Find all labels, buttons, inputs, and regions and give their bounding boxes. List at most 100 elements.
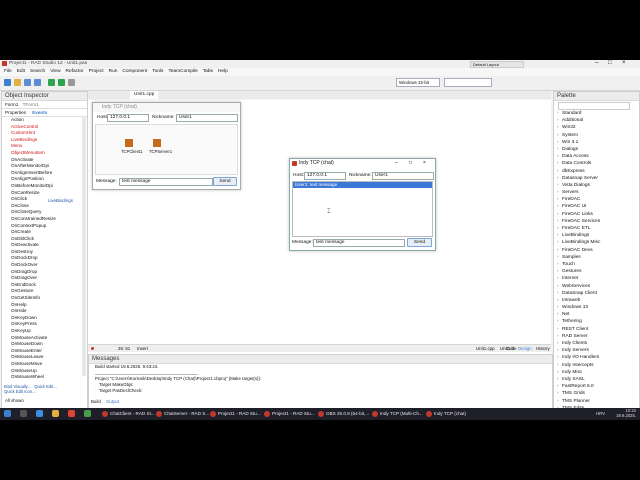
tab-build[interactable]: Build — [91, 399, 101, 404]
palette-category[interactable]: Dialogs — [554, 146, 600, 153]
chat-maximize-icon[interactable]: □ — [409, 159, 412, 168]
tab-properties[interactable]: Properties — [5, 110, 26, 115]
inspector-row[interactable]: OnHelp — [2, 302, 87, 309]
inspector-row[interactable]: OnDockOver — [2, 262, 87, 269]
inspector-row[interactable]: OnDeactivate — [2, 242, 87, 249]
inspector-row[interactable]: OnAlignInsertBefore — [2, 170, 87, 177]
palette-category[interactable]: System — [554, 132, 600, 139]
inspector-row[interactable]: OnKeyUp — [2, 328, 87, 335]
tcp-client-component-icon[interactable] — [125, 139, 133, 147]
palette-category[interactable]: FireDAC — [554, 196, 600, 203]
config-select[interactable] — [444, 78, 492, 87]
menu-edit[interactable]: Edit — [17, 69, 25, 74]
inspector-scrollbar[interactable] — [82, 116, 86, 376]
chat-send-button[interactable]: Send — [407, 238, 432, 247]
palette-category[interactable]: Indy Clients — [554, 340, 600, 347]
palette-category[interactable]: Internet — [554, 275, 600, 282]
menu-search[interactable]: Search — [30, 69, 45, 74]
taskbar-app[interactable]: Indy TCP (chat) — [424, 409, 466, 419]
palette-category[interactable]: Indy SASL — [554, 376, 600, 383]
palette-category[interactable]: Indy Servers — [554, 347, 600, 354]
menu-view[interactable]: View — [50, 69, 60, 74]
file-explorer-icon[interactable] — [52, 410, 59, 417]
inspector-row[interactable]: Action — [2, 117, 87, 124]
livebindings-value[interactable]: LiveBindings — [48, 198, 73, 203]
menu-tabs[interactable]: Tabs — [203, 69, 213, 74]
inspector-row[interactable]: OnAlignPosition — [2, 176, 87, 183]
minimize-icon[interactable]: – — [595, 60, 598, 66]
palette-category[interactable]: Data Access — [554, 153, 600, 160]
palette-category[interactable]: Tethering — [554, 318, 600, 325]
layout-search-input[interactable]: Default Layout — [470, 61, 524, 68]
taskbar-app[interactable]: ChatServer - RAD S... — [154, 409, 209, 419]
palette-category[interactable]: TMS Grids — [554, 390, 600, 397]
inspector-row[interactable]: OnHide — [2, 308, 87, 315]
inspector-row[interactable]: OnDragOver — [2, 275, 87, 282]
inspector-row[interactable]: OnBeforeMonitorDpi — [2, 183, 87, 190]
palette-category[interactable]: Windows 10 — [554, 304, 600, 311]
record-macro-icon[interactable] — [91, 347, 94, 350]
menu-project[interactable]: Project — [89, 69, 104, 74]
palette-category[interactable]: Indy Intercepts — [554, 362, 600, 369]
palette-category[interactable]: RAD Server — [554, 333, 600, 340]
tab-code[interactable]: Code — [506, 345, 517, 352]
inspector-row[interactable]: OnDblClick — [2, 236, 87, 243]
platform-select[interactable]: Windows 32-bit — [396, 78, 440, 87]
inspector-row[interactable]: ActiveControl — [2, 124, 87, 131]
inspector-row[interactable]: OnContextPopup — [2, 223, 87, 230]
start-icon[interactable] — [4, 410, 11, 417]
new-icon[interactable] — [4, 79, 11, 86]
palette-search-input[interactable] — [558, 102, 630, 110]
palette-category[interactable]: LiveBindings — [554, 232, 600, 239]
palette-category[interactable]: Indy Misc — [554, 369, 600, 376]
menu-file[interactable]: File — [4, 69, 12, 74]
chat-host-field[interactable]: 127.0.0.1 — [304, 172, 346, 180]
palette-category[interactable]: Touch — [554, 261, 600, 268]
save-icon[interactable] — [24, 79, 31, 86]
palette-category[interactable]: FireDAC Devs — [554, 247, 600, 254]
palette-category[interactable]: dbExpress — [554, 168, 600, 175]
inspector-row[interactable]: LiveBindings — [2, 137, 87, 144]
inspector-row[interactable]: OnDockDrop — [2, 255, 87, 262]
menu-component[interactable]: Component — [122, 69, 147, 74]
search-icon[interactable] — [20, 410, 27, 417]
quick-edit-icon-link[interactable]: Quick Edit Icon... — [4, 389, 36, 394]
tab-output[interactable]: Output — [106, 399, 119, 404]
clock[interactable]: 10:22 19.6.2025. — [608, 408, 636, 418]
chrome-icon[interactable] — [84, 410, 91, 417]
maximize-icon[interactable]: □ — [608, 60, 612, 66]
save-all-icon[interactable] — [34, 79, 41, 86]
palette-category[interactable]: Win32 — [554, 124, 600, 131]
designer-host-field[interactable]: 127.0.0.1 — [107, 114, 149, 122]
inspector-row[interactable]: OnKeyDown — [2, 315, 87, 322]
run-without-debug-icon[interactable] — [58, 79, 65, 86]
inspector-row[interactable]: OnClick — [2, 196, 87, 203]
inspector-row[interactable]: OnMouseDown — [2, 341, 87, 348]
palette-category[interactable]: DataSnap Client — [554, 290, 600, 297]
menu-refactor[interactable]: Refactor — [66, 69, 84, 74]
open-icon[interactable] — [14, 79, 21, 86]
designer-form[interactable]: Indy TCP (chat) Host: 127.0.0.1 Nickname… — [92, 102, 241, 190]
inspector-row[interactable]: OnCanResize — [2, 190, 87, 197]
tab-design[interactable]: Design — [518, 345, 532, 352]
inspector-row[interactable]: OnMouseEnter — [2, 348, 87, 355]
menu-teamcompile[interactable]: TeamCompile — [168, 69, 197, 74]
palette-category[interactable]: Samples — [554, 254, 600, 261]
palette-category[interactable]: FireDAC Links — [554, 211, 600, 218]
inspector-row[interactable]: OnClose — [2, 203, 87, 210]
palette-category[interactable]: FireDAC UI — [554, 203, 600, 210]
pause-icon[interactable] — [68, 79, 75, 86]
palette-category[interactable]: Vista Dialogs — [554, 182, 600, 189]
inspector-row[interactable]: OnMouseLeave — [2, 354, 87, 361]
task-view-icon[interactable] — [36, 410, 43, 417]
tcp-server-component-icon[interactable] — [153, 139, 161, 147]
inspector-row[interactable]: Menu — [2, 143, 87, 150]
inspector-row[interactable]: OnKeyPress — [2, 321, 87, 328]
inspector-row[interactable]: CustomHint — [2, 130, 87, 137]
palette-category[interactable]: Data Controls — [554, 160, 600, 167]
palette-category[interactable]: FireDAC Services — [554, 218, 600, 225]
running-chat-window[interactable]: Indy TCP (chat) – □ × Host: 127.0.0.1 Ni… — [289, 158, 436, 251]
palette-category[interactable]: Additional — [554, 117, 600, 124]
palette-category[interactable]: Intraweb — [554, 297, 600, 304]
inspector-row[interactable]: OnEndDock — [2, 282, 87, 289]
